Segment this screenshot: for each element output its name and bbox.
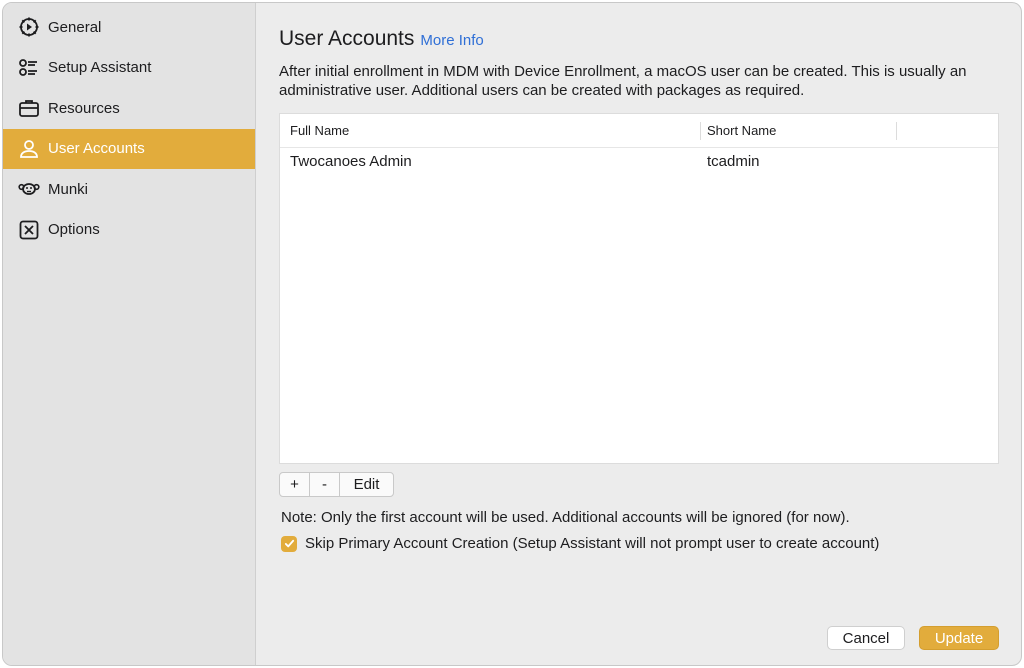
footer-buttons: Cancel Update — [827, 626, 999, 650]
title-row: User Accounts More Info — [279, 27, 997, 57]
sidebar-item-label: Setup Assistant — [48, 59, 152, 77]
sidebar-item-label: Resources — [48, 99, 120, 117]
checkmark-icon — [284, 539, 294, 548]
briefcase-icon — [18, 97, 44, 119]
x-box-icon — [18, 219, 44, 241]
skip-primary-account-option[interactable]: Skip Primary Account Creation (Setup Ass… — [281, 535, 879, 552]
table-header: Full Name Short Name — [280, 114, 998, 148]
sidebar-item-munki[interactable]: Munki — [3, 169, 255, 210]
user-icon — [18, 138, 44, 160]
sidebar-item-label: Munki — [48, 180, 89, 198]
sidebar-item-user-accounts[interactable]: User Accounts — [3, 128, 255, 169]
skip-primary-account-checkbox[interactable] — [281, 535, 297, 552]
sidebar-item-general[interactable]: General — [3, 7, 255, 48]
remove-account-button[interactable]: - — [310, 473, 340, 496]
edit-account-button[interactable]: Edit — [340, 473, 393, 496]
page-description: After initial enrollment in MDM with Dev… — [279, 63, 967, 99]
sidebar-item-setup-assistant[interactable]: Setup Assistant — [3, 48, 255, 89]
gear-icon — [18, 16, 44, 38]
checklist-icon — [18, 57, 44, 79]
column-header-full-name[interactable]: Full Name — [280, 121, 701, 140]
cell-full-name: Twocanoes Admin — [290, 152, 412, 170]
cancel-button[interactable]: Cancel — [827, 626, 905, 650]
add-account-button[interactable]: + — [280, 473, 310, 496]
sidebar-item-options[interactable]: Options — [3, 210, 255, 251]
app-window: General Setup Assistant Resources User A… — [2, 2, 1022, 666]
main-panel: User Accounts More Info After initial en… — [256, 3, 1021, 665]
sidebar: General Setup Assistant Resources User A… — [3, 3, 256, 665]
sidebar-item-resources[interactable]: Resources — [3, 88, 255, 129]
skip-primary-account-label: Skip Primary Account Creation (Setup Ass… — [305, 535, 880, 552]
update-button[interactable]: Update — [919, 626, 999, 650]
accounts-table[interactable]: Full Name Short Name Twocanoes Admin tca… — [279, 113, 999, 464]
table-controls: + - Edit — [279, 472, 394, 497]
column-header-short-name[interactable]: Short Name — [701, 121, 897, 140]
cell-short-name: tcadmin — [707, 152, 760, 170]
page-title: User Accounts — [279, 27, 415, 50]
sidebar-item-label: Options — [48, 221, 100, 239]
sidebar-item-label: User Accounts — [48, 140, 145, 158]
table-row[interactable]: Twocanoes Admin tcadmin — [280, 148, 998, 174]
sidebar-item-label: General — [48, 18, 102, 36]
note-text: Note: Only the first account will be use… — [281, 509, 850, 526]
monkey-icon — [18, 178, 44, 200]
more-info-link[interactable]: More Info — [420, 32, 483, 49]
